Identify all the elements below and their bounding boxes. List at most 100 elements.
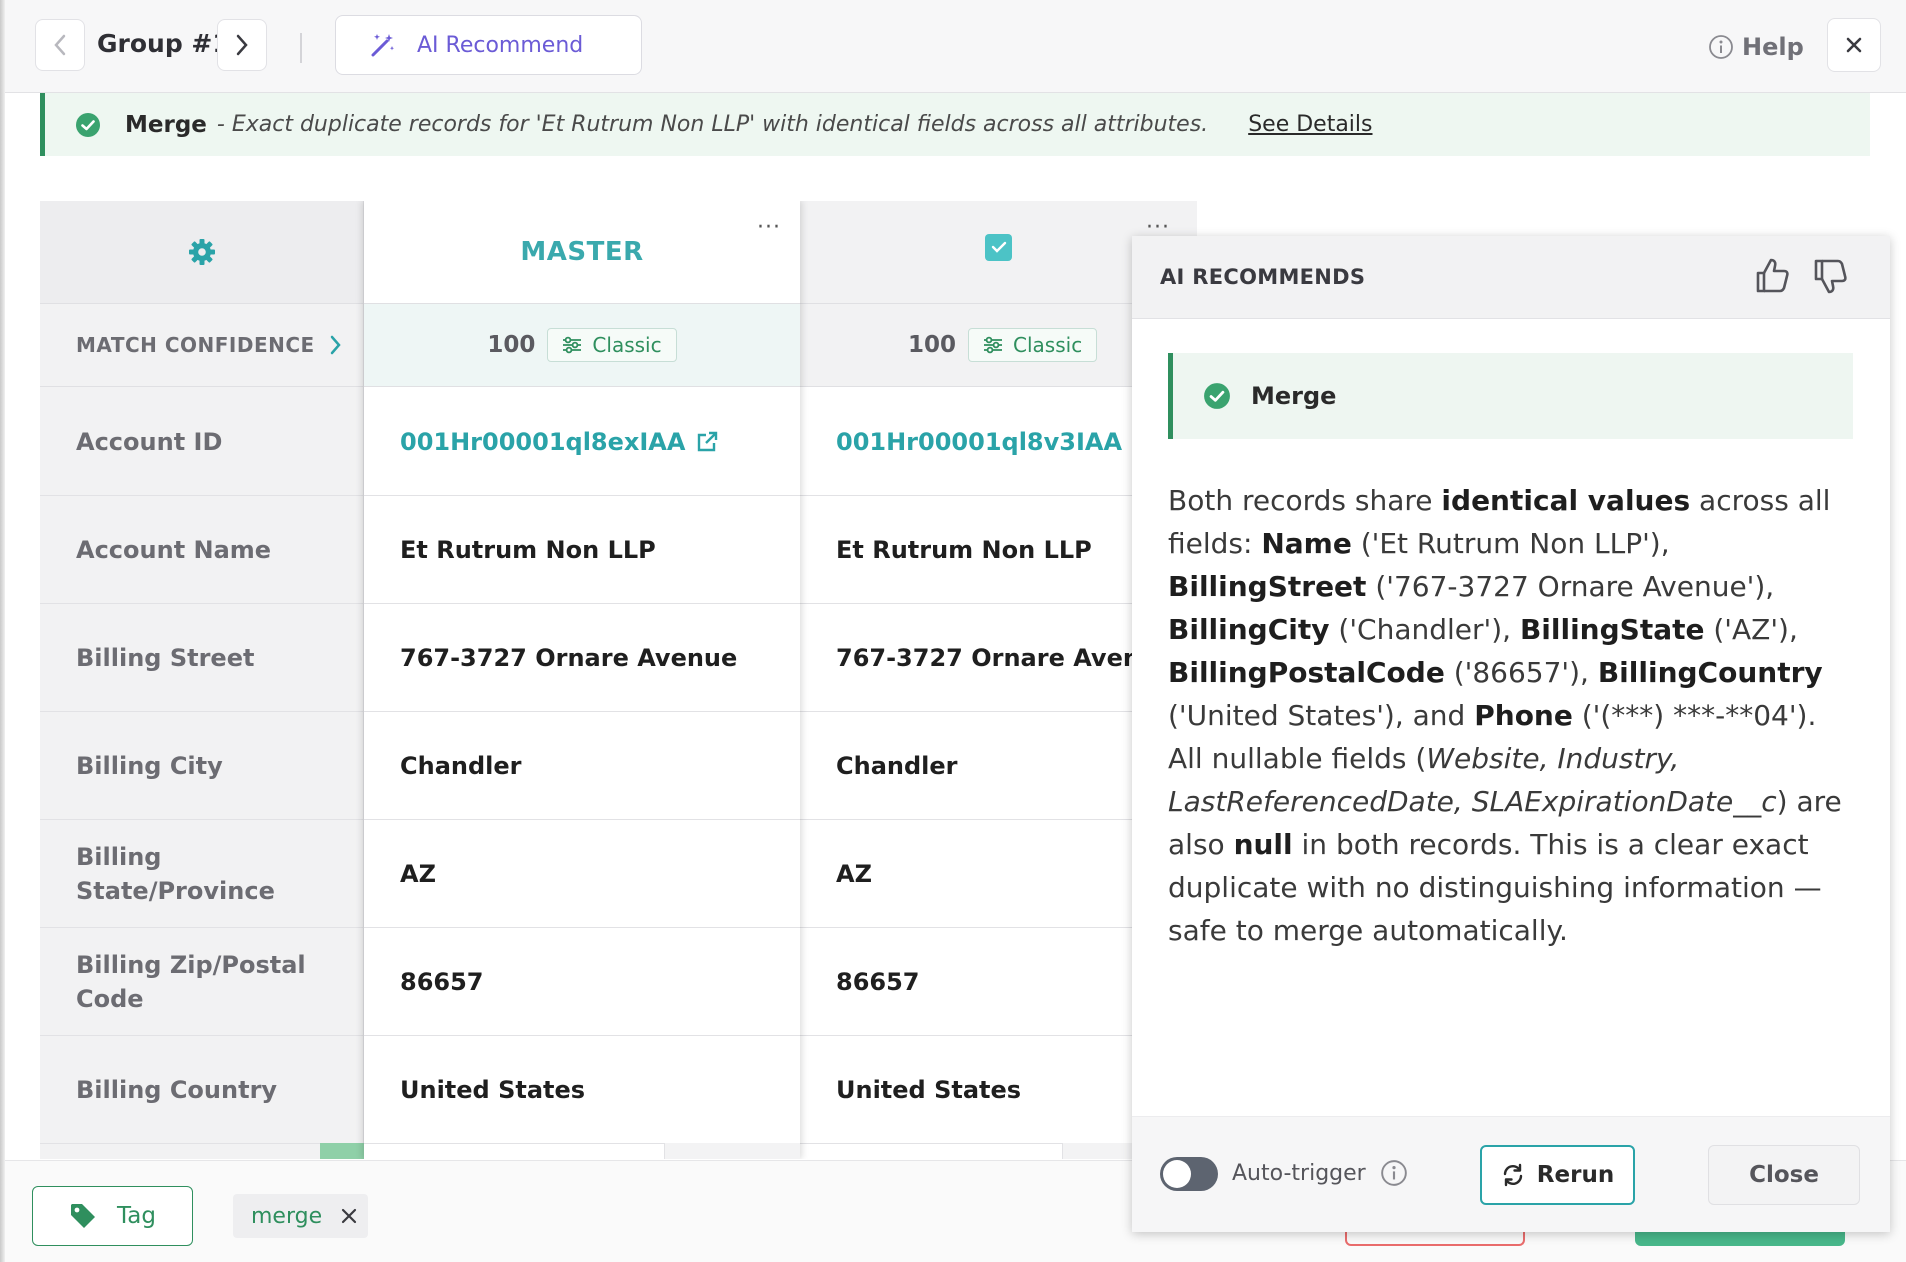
cell-value: Chandler (836, 751, 958, 780)
ai-panel-title: AI RECOMMENDS (1160, 265, 1366, 289)
row-label-text: Account Name (76, 535, 272, 564)
explanation-emphasis: BillingCity (1168, 613, 1330, 646)
auto-trigger-label: Auto-trigger (1232, 1161, 1366, 1186)
verified-marker (320, 1143, 364, 1159)
tag-chip-label: merge (251, 1203, 323, 1229)
thumbs-down-icon[interactable] (1810, 256, 1850, 296)
refresh-icon (1503, 1163, 1522, 1187)
explanation-text: Both records share (1168, 484, 1442, 517)
master-account-id-link[interactable]: 001Hr00001ql8exIAA (400, 428, 719, 456)
chevron-right-icon (330, 335, 341, 355)
recommendation-box: Merge (1168, 353, 1853, 439)
banner-description: - Exact duplicate records for 'Et Rutrum… (216, 112, 1209, 137)
cell-value: Et Rutrum Non LLP (400, 535, 656, 564)
previous-group-button[interactable] (35, 19, 85, 71)
match-confidence-row[interactable]: MATCH CONFIDENCE (40, 304, 363, 387)
record-select-checkbox[interactable] (985, 233, 1012, 261)
classic-badge[interactable]: Classic (547, 328, 677, 362)
explanation-emphasis: Name (1261, 527, 1352, 560)
close-icon (1846, 37, 1862, 53)
recommendation-label: Merge (1251, 382, 1337, 410)
info-icon[interactable] (1380, 1159, 1408, 1187)
master-billing-zip-cell[interactable]: 86657 (364, 928, 800, 1036)
tag-button[interactable]: Tag (32, 1186, 193, 1246)
rerun-button[interactable]: Rerun (1480, 1145, 1635, 1205)
close-panel-button[interactable]: Close (1708, 1145, 1860, 1205)
remove-tag-icon[interactable] (340, 1207, 358, 1225)
master-confidence-cell: 100 Classic (364, 304, 800, 387)
cell-value: 767-3727 Ornare Avenue (836, 643, 1174, 672)
row-label-billing-city: Billing City (40, 712, 363, 820)
ai-panel-header: AI RECOMMENDS (1132, 236, 1890, 319)
explanation-emphasis: BillingStreet (1168, 570, 1367, 603)
help-link[interactable]: Help (1708, 33, 1804, 61)
rerun-label: Rerun (1536, 1162, 1615, 1188)
master-billing-country-cell[interactable]: United States (364, 1036, 800, 1144)
row-label-billing-zip: Billing Zip/Postal Code (40, 928, 363, 1036)
master-header-cell: MASTER ··· (364, 201, 800, 304)
merge-button-partial[interactable] (1635, 1232, 1845, 1246)
close-dialog-button[interactable] (1827, 18, 1881, 72)
master-billing-state-cell[interactable]: AZ (364, 820, 800, 928)
tag-chip: merge (233, 1194, 369, 1238)
master-confidence-value: 100 (487, 332, 536, 358)
comparison-grid: MATCH CONFIDENCE Account ID Account Name… (40, 201, 1197, 1159)
classic-badge-label: Classic (1013, 333, 1083, 357)
gear-icon[interactable] (187, 237, 217, 267)
ai-recommends-panel: AI RECOMMENDS Merge Both records share i… (1132, 236, 1890, 1232)
unverified-badge (664, 1143, 800, 1159)
cell-value: Chandler (400, 751, 522, 780)
check-circle-icon (1204, 383, 1230, 409)
master-more-menu-icon[interactable]: ··· (757, 215, 781, 240)
reject-button-partial[interactable] (1345, 1232, 1525, 1246)
external-link-icon (698, 431, 718, 451)
next-group-button[interactable] (217, 19, 267, 71)
info-icon (1709, 35, 1733, 59)
explanation-text: ('86657'), (1444, 656, 1598, 689)
feedback-buttons (1752, 256, 1850, 296)
explanation-text: ('Et Rutrum Non LLP'), (1351, 527, 1670, 560)
master-title: MASTER (520, 237, 644, 267)
explanation-emphasis: BillingCountry (1597, 656, 1823, 689)
cell-value: 86657 (836, 967, 920, 996)
auto-trigger-toggle[interactable] (1160, 1157, 1218, 1191)
cell-value: United States (836, 1075, 1022, 1104)
cell-value: AZ (836, 859, 872, 888)
row-label-account-id: Account ID (40, 388, 363, 496)
magic-wand-icon (371, 34, 394, 57)
explanation-text: ('AZ'), (1704, 613, 1798, 646)
master-billing-street-cell[interactable]: 767-3727 Ornare Avenue (364, 604, 800, 712)
row-label-account-name: Account Name (40, 496, 363, 604)
check-circle-icon (76, 112, 100, 137)
master-billing-city-cell[interactable]: Chandler (364, 712, 800, 820)
master-record-column: MASTER ··· 100 Classic 001Hr00001ql8exIA… (364, 201, 800, 1159)
master-account-name-cell[interactable]: Et Rutrum Non LLP (364, 496, 800, 604)
record-confidence-value: 100 (908, 332, 957, 358)
thumbs-up-icon[interactable] (1752, 256, 1792, 296)
cell-value: 767-3727 Ornare Avenue (400, 643, 738, 672)
tag-icon (71, 1204, 96, 1228)
close-label: Close (1749, 1162, 1819, 1188)
explanation-emphasis: null (1233, 828, 1293, 861)
help-label: Help (1742, 33, 1804, 61)
classic-badge[interactable]: Classic (968, 328, 1098, 362)
chevron-right-icon (236, 34, 248, 56)
row-label-billing-state: Billing State/Province (40, 820, 363, 928)
explanation-emphasis: identical values (1441, 484, 1691, 517)
banner-title: Merge (125, 111, 207, 138)
row-label-text: Account ID (76, 427, 223, 456)
merge-review-page: Group #1 AI Recommend Help Merge - Exact… (0, 0, 1906, 1262)
account-id-text: 001Hr00001ql8v3IAA (836, 427, 1123, 456)
cell-value: 86657 (400, 967, 484, 996)
see-details-link[interactable]: See Details (1248, 112, 1372, 137)
explanation-text: ('United States'), and (1168, 699, 1475, 732)
explanation-emphasis: Phone (1474, 699, 1573, 732)
row-label-text: Billing State/Province (76, 842, 275, 905)
explanation-emphasis: BillingPostalCode (1168, 656, 1445, 689)
record-account-id-link[interactable]: 001Hr00001ql8v3IAA (836, 428, 1156, 456)
ai-recommend-button[interactable]: AI Recommend (335, 15, 642, 75)
row-label-text: Billing City (76, 751, 223, 780)
group-title: Group #1 (97, 29, 230, 58)
row-label-billing-street: Billing Street (40, 604, 363, 712)
explanation-text: ('767-3727 Ornare Avenue'), (1366, 570, 1775, 603)
